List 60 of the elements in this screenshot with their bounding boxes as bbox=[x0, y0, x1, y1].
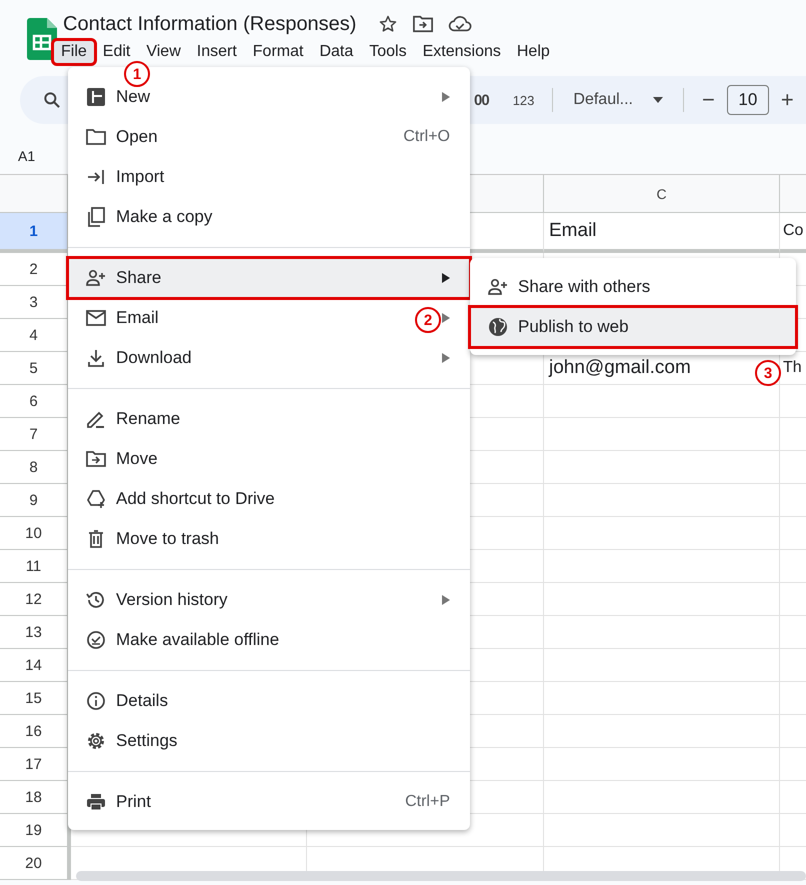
step-number-badge: 1 bbox=[124, 61, 150, 87]
row-header[interactable]: 10 bbox=[0, 517, 71, 550]
menu-item[interactable]: Move bbox=[68, 439, 470, 479]
row-header[interactable]: 18 bbox=[0, 781, 71, 814]
row-header[interactable]: 20 bbox=[0, 847, 71, 880]
row-header[interactable]: 9 bbox=[0, 484, 71, 517]
menu-item[interactable]: Open Ctrl+O bbox=[68, 117, 470, 157]
increase-decimal-button[interactable]: 00 bbox=[470, 90, 493, 110]
number-format-button[interactable]: 123 bbox=[508, 90, 538, 110]
menu-item[interactable]: Edit bbox=[94, 40, 138, 64]
menu-item[interactable]: Help bbox=[508, 40, 558, 64]
menu-item[interactable]: Make available offline bbox=[68, 620, 470, 660]
menu-item[interactable]: Rename bbox=[68, 399, 470, 439]
menu-item[interactable]: Insert bbox=[188, 40, 245, 64]
row-header[interactable]: 6 bbox=[0, 385, 71, 418]
menu-item[interactable]: Share bbox=[68, 258, 470, 298]
table-cell: Email bbox=[544, 213, 780, 253]
row-header[interactable]: 4 bbox=[0, 319, 71, 352]
name-box[interactable]: A1 bbox=[18, 148, 36, 164]
menu-item[interactable]: Format bbox=[244, 40, 312, 64]
menu-item[interactable]: Version history bbox=[68, 580, 470, 620]
font-dropdown[interactable]: Defaul... bbox=[567, 89, 669, 111]
document-title[interactable]: Contact Information (Responses) bbox=[63, 12, 356, 36]
menu-item[interactable]: Tools bbox=[361, 40, 415, 64]
menu-item[interactable]: Share with others bbox=[470, 267, 796, 307]
menu-item[interactable]: Data bbox=[311, 40, 362, 64]
increase-font-size-button[interactable]: + bbox=[776, 87, 798, 113]
row-header[interactable]: 11 bbox=[0, 550, 71, 583]
menu-item[interactable]: Add shortcut to Drive bbox=[68, 479, 470, 519]
menu-item[interactable]: Print Ctrl+P bbox=[68, 782, 470, 822]
row-header[interactable]: 16 bbox=[0, 715, 71, 748]
row-header[interactable]: 13 bbox=[0, 616, 71, 649]
menu-item[interactable]: File bbox=[53, 40, 95, 64]
menu-item[interactable]: Email 2 bbox=[68, 298, 470, 338]
column-header[interactable]: C bbox=[544, 175, 780, 213]
row-header[interactable]: 7 bbox=[0, 418, 71, 451]
decrease-font-size-button[interactable]: − bbox=[698, 87, 719, 113]
table-cell: Co bbox=[780, 213, 806, 253]
shortcut-label: Ctrl+P bbox=[405, 793, 450, 811]
shortcut-label: Ctrl+O bbox=[403, 128, 450, 146]
menu-item[interactable]: View bbox=[138, 40, 189, 64]
row-header[interactable]: 15 bbox=[0, 682, 71, 715]
menu-item[interactable]: Make a copy bbox=[68, 197, 470, 237]
row-header[interactable]: 1 bbox=[0, 213, 71, 253]
row-header[interactable]: 12 bbox=[0, 583, 71, 616]
menu-item[interactable]: Import bbox=[68, 157, 470, 197]
menu-item[interactable]: Extensions bbox=[414, 40, 509, 64]
font-size-field[interactable]: 10 bbox=[726, 85, 769, 115]
row-header[interactable]: 17 bbox=[0, 748, 71, 781]
row-header[interactable]: 2 bbox=[0, 253, 71, 286]
menu-item[interactable]: Publish to web bbox=[470, 307, 796, 347]
row-header[interactable]: 8 bbox=[0, 451, 71, 484]
menu-item[interactable]: Download bbox=[68, 338, 470, 378]
menu-item[interactable]: Details bbox=[68, 681, 470, 721]
step-number-badge: 2 bbox=[415, 307, 441, 333]
row-header[interactable]: 5 bbox=[0, 352, 71, 385]
row-header[interactable]: 19 bbox=[0, 814, 71, 847]
row-header[interactable]: 14 bbox=[0, 649, 71, 682]
menu-item[interactable]: Move to trash bbox=[68, 519, 470, 559]
menu-item[interactable]: Settings bbox=[68, 721, 470, 761]
